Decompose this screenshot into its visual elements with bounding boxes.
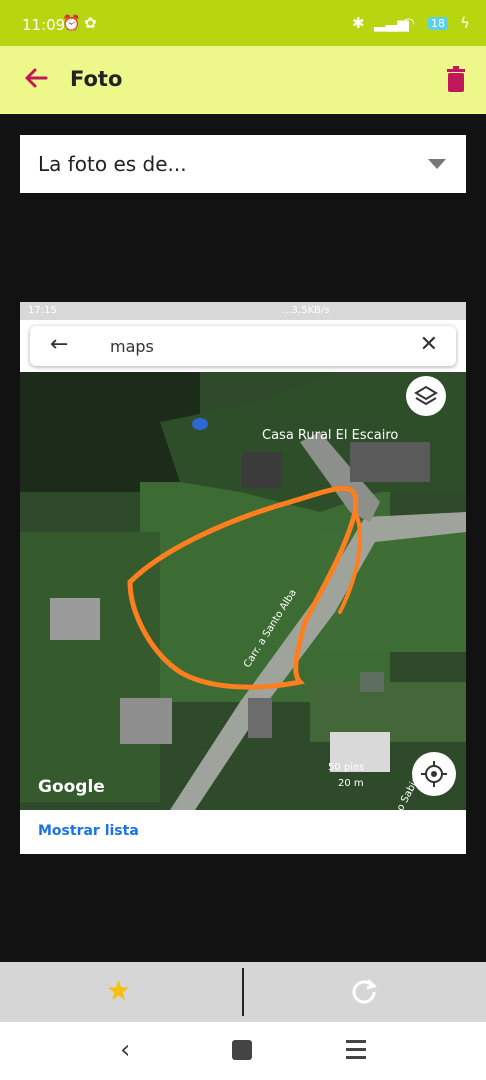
- app-notification-icon: ✿: [84, 14, 97, 32]
- photo-type-selected: La foto es de...: [38, 152, 187, 176]
- photo-preview[interactable]: 17:15 ...3,5KB/s ← maps ✕ Casa Rural El …: [20, 302, 466, 854]
- system-navigation-bar: ‹: [0, 1022, 486, 1080]
- place-label: Casa Rural El Escairo: [262, 428, 399, 443]
- star-icon[interactable]: ★: [106, 976, 131, 1006]
- photo-network-speed: ...3,5KB/s: [282, 305, 330, 316]
- show-list-link[interactable]: Mostrar lista: [38, 823, 139, 839]
- back-nav-icon[interactable]: ‹: [120, 1036, 130, 1064]
- bottom-action-bar: ★: [0, 962, 486, 1022]
- layers-button[interactable]: [406, 376, 446, 416]
- maps-search-query: maps: [110, 337, 154, 356]
- app-bar: Foto: [0, 46, 486, 114]
- delete-icon[interactable]: [444, 66, 468, 92]
- my-location-button[interactable]: [412, 752, 456, 796]
- status-time: 11:09: [22, 16, 66, 34]
- battery-level: 18: [431, 17, 445, 30]
- chevron-down-icon: [428, 159, 446, 169]
- location-target-icon: [421, 761, 447, 787]
- divider: [242, 968, 244, 1016]
- status-bar: 11:09 ⏰ ✿ ✱ ▂▃▅ ◠ 18 ϟ: [0, 0, 486, 46]
- back-arrow-icon[interactable]: ←: [50, 334, 68, 356]
- layers-icon: [414, 385, 438, 406]
- page-title: Foto: [70, 67, 123, 91]
- recents-nav-icon[interactable]: [346, 1040, 366, 1059]
- alarm-off-icon: ⏰: [62, 14, 81, 32]
- photo-status-bar: 17:15 ...3,5KB/s: [20, 302, 466, 320]
- photo-status-time: 17:15: [28, 305, 57, 316]
- close-icon[interactable]: ✕: [420, 333, 438, 357]
- photo-type-dropdown[interactable]: La foto es de...: [20, 135, 466, 193]
- battery-icon: 18: [428, 17, 448, 30]
- satellite-map: [20, 372, 466, 810]
- home-nav-icon[interactable]: [232, 1040, 252, 1060]
- wifi-icon: ◠: [402, 14, 416, 32]
- rotate-icon[interactable]: [350, 976, 378, 1004]
- google-logo: Google: [38, 777, 105, 797]
- maps-search-bar[interactable]: ← maps ✕: [30, 326, 456, 366]
- back-arrow-icon[interactable]: [22, 64, 50, 92]
- bluetooth-icon: ✱: [352, 14, 365, 32]
- scale-meters: 20 m: [338, 778, 364, 789]
- charging-icon: ϟ: [460, 14, 470, 32]
- scale-feet: 50 pies: [328, 762, 365, 773]
